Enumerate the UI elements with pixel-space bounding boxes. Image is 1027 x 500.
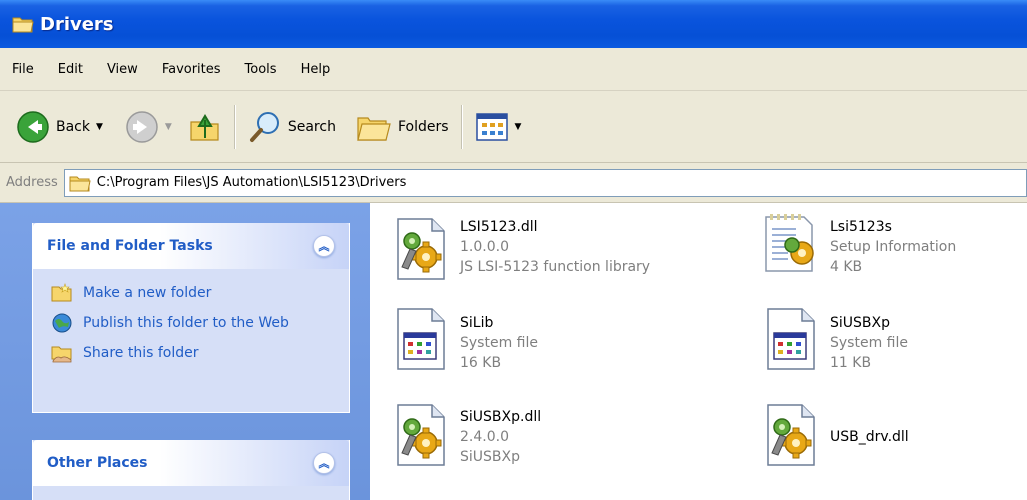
- file-item[interactable]: SiUSBXp System file 11 KB: [762, 307, 908, 373]
- folder-icon: [12, 15, 34, 33]
- file-name: LSI5123.dll: [460, 219, 538, 235]
- file-type: System file: [460, 335, 538, 351]
- panel-header[interactable]: Other Places ︽: [33, 440, 349, 486]
- forward-button[interactable]: ▼: [121, 105, 176, 149]
- file-name: SiLib: [460, 315, 494, 331]
- toolbar-separator: [460, 104, 463, 149]
- setup-info-icon: [762, 211, 818, 275]
- publish-web-icon: [52, 313, 72, 333]
- toolbar: Back ▼ ▼ Search Folders ▼: [0, 91, 1027, 163]
- file-item[interactable]: LSI5123.dll 1.0.0.0 JS LSI-5123 function…: [392, 217, 650, 281]
- search-button[interactable]: Search: [244, 105, 340, 149]
- menu-view[interactable]: View: [107, 60, 138, 79]
- dll-icon: [392, 217, 448, 281]
- panel-header[interactable]: File and Folder Tasks ︽: [33, 223, 349, 269]
- share-folder-icon: [51, 346, 72, 363]
- file-item[interactable]: USB_drv.dll: [762, 403, 909, 467]
- views-button[interactable]: ▼: [471, 105, 526, 149]
- file-type: Setup Information: [830, 239, 957, 255]
- file-item[interactable]: SiLib System file 16 KB: [392, 307, 538, 373]
- back-label: Back: [56, 118, 90, 135]
- address-label: Address: [6, 175, 58, 190]
- file-list: LSI5123.dll 1.0.0.0 JS LSI-5123 function…: [370, 203, 1027, 500]
- other-places-panel: Other Places ︽: [32, 440, 350, 500]
- search-label: Search: [287, 118, 336, 135]
- folders-button[interactable]: Folders: [352, 105, 453, 149]
- address-path: C:\Program Files\JS Automation\LSI5123\D…: [96, 175, 407, 190]
- file-size: 16 KB: [460, 355, 502, 371]
- task-pane: File and Folder Tasks ︽ Make a new folde…: [0, 203, 370, 500]
- file-name: SiUSBXp.dll: [460, 409, 542, 425]
- file-size: 4 KB: [830, 259, 863, 275]
- back-dropdown-icon[interactable]: ▼: [96, 122, 103, 132]
- toolbar-separator: [233, 104, 236, 149]
- forward-dropdown-icon[interactable]: ▼: [165, 122, 172, 132]
- forward-arrow-icon: [126, 110, 158, 143]
- folders-label: Folders: [397, 118, 449, 135]
- new-folder-icon: [51, 283, 72, 302]
- dll-icon: [762, 403, 818, 467]
- back-arrow-icon: [17, 110, 49, 143]
- file-name: SiUSBXp: [830, 315, 890, 331]
- file-size: 11 KB: [830, 355, 872, 371]
- file-name: Lsi5123s: [830, 219, 892, 235]
- menu-help[interactable]: Help: [301, 60, 331, 79]
- title-bar[interactable]: Drivers: [0, 0, 1027, 48]
- file-version: 1.0.0.0: [460, 239, 509, 255]
- collapse-chevron-icon[interactable]: ︽: [313, 235, 335, 257]
- views-icon: [475, 112, 508, 141]
- file-name: USB_drv.dll: [830, 429, 909, 445]
- dll-icon: [392, 403, 448, 467]
- address-input[interactable]: C:\Program Files\JS Automation\LSI5123\D…: [63, 168, 1027, 197]
- file-type: System file: [830, 335, 908, 351]
- up-folder-icon: [190, 113, 219, 141]
- menu-favorites[interactable]: Favorites: [162, 60, 221, 79]
- menu-edit[interactable]: Edit: [58, 60, 83, 79]
- file-item[interactable]: Lsi5123s Setup Information 4 KB: [762, 211, 956, 277]
- task-publish-folder[interactable]: Publish this folder to the Web: [33, 313, 349, 333]
- search-icon: [249, 111, 279, 142]
- menu-tools[interactable]: Tools: [245, 60, 277, 79]
- file-description: JS LSI-5123 function library: [460, 259, 651, 275]
- task-label: Make a new folder: [83, 285, 212, 301]
- collapse-chevron-icon[interactable]: ︽: [313, 452, 335, 474]
- views-dropdown-icon[interactable]: ▼: [515, 122, 522, 132]
- folder-icon: [69, 174, 91, 192]
- menu-file[interactable]: File: [12, 60, 34, 79]
- file-version: 2.4.0.0: [460, 429, 509, 445]
- back-button[interactable]: Back ▼: [12, 105, 107, 149]
- task-share-folder[interactable]: Share this folder: [33, 343, 349, 363]
- system-file-icon: [762, 307, 818, 371]
- menu-bar: File Edit View Favorites Tools Help: [0, 48, 1027, 91]
- task-label: Share this folder: [83, 345, 199, 361]
- up-folder-button[interactable]: [184, 105, 226, 149]
- file-item[interactable]: SiUSBXp.dll 2.4.0.0 SiUSBXp: [392, 403, 541, 467]
- panel-title: Other Places: [47, 455, 148, 471]
- panel-title: File and Folder Tasks: [47, 238, 213, 254]
- task-label: Publish this folder to the Web: [83, 315, 289, 331]
- task-make-new-folder[interactable]: Make a new folder: [33, 283, 349, 303]
- file-folder-tasks-panel: File and Folder Tasks ︽ Make a new folde…: [32, 223, 350, 413]
- file-description: SiUSBXp: [460, 449, 520, 465]
- address-bar: Address C:\Program Files\JS Automation\L…: [0, 163, 1027, 203]
- system-file-icon: [392, 307, 448, 371]
- folders-icon: [357, 116, 391, 141]
- window-title: Drivers: [40, 13, 114, 35]
